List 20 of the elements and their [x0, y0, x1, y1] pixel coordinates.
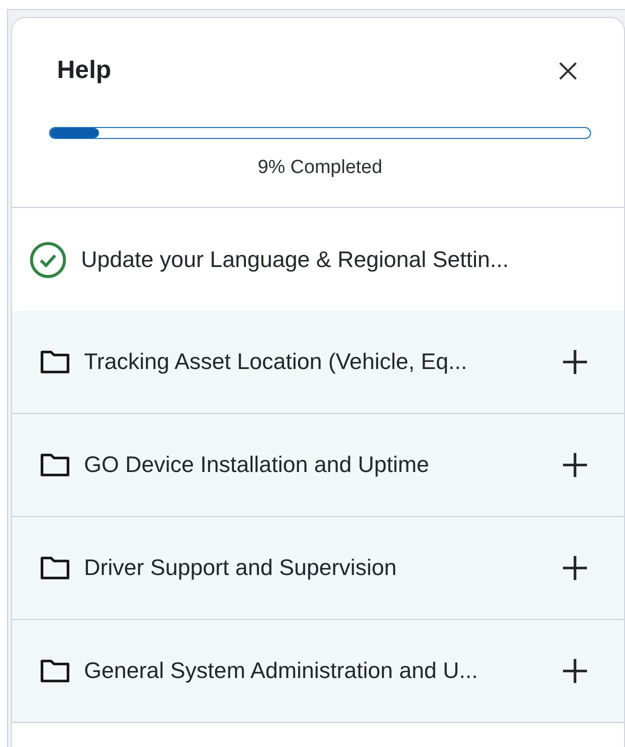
help-topic-row[interactable]: Tracking Asset Location (Vehicle, Eq... — [12, 311, 624, 414]
plus-icon[interactable] — [562, 349, 588, 375]
plus-icon[interactable] — [562, 658, 588, 684]
help-topic-row[interactable]: Driver Support and Supervision — [12, 517, 624, 620]
folder-icon — [40, 350, 70, 374]
panel-title: Help — [57, 56, 112, 85]
check-circle-icon — [29, 240, 67, 278]
topic-label: General System Administration and U... — [84, 658, 479, 684]
topic-label: Update your Language & Regional Settin... — [81, 246, 510, 272]
plus-icon[interactable] — [562, 452, 588, 478]
folder-icon — [40, 556, 70, 580]
help-topic-row[interactable]: GO Device Installation and Uptime — [12, 414, 624, 517]
progress-text: 9% Completed — [258, 157, 382, 179]
topic-label: GO Device Installation and Uptime — [84, 452, 430, 478]
plus-icon[interactable] — [562, 555, 588, 581]
folder-icon — [40, 659, 70, 683]
topic-label: Tracking Asset Location (Vehicle, Eq... — [84, 349, 468, 375]
folder-icon — [40, 453, 70, 477]
topic-label: Driver Support and Supervision — [84, 555, 398, 581]
help-topic-row[interactable]: General System Administration and U... — [12, 620, 624, 723]
